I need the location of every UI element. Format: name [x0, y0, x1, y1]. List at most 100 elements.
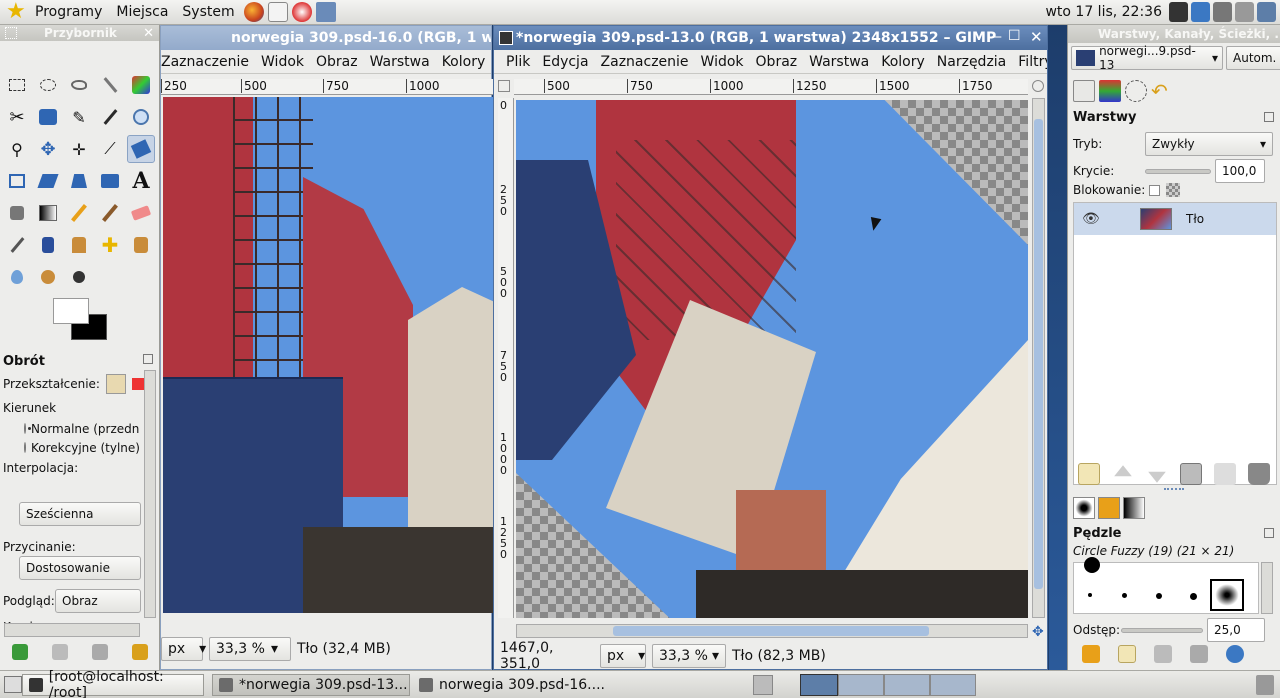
opacity-spinner[interactable]: 100,0	[1215, 159, 1265, 183]
quick-mask-corner[interactable]	[498, 80, 510, 92]
clock[interactable]: wto 17 lis, 22:36	[1045, 4, 1162, 20]
horizontal-ruler[interactable]: 500 750 1000 1250 1500 1750	[514, 79, 1028, 95]
brush-fuzzy-icon[interactable]	[1122, 593, 1127, 598]
menu-layer[interactable]: Warstwa	[803, 54, 875, 70]
heal-icon[interactable]: ✚	[96, 231, 124, 259]
vertical-ruler[interactable]: 0 250 500 750 1000 1250	[498, 98, 514, 618]
image-selector[interactable]: norwegi...9.psd-13 ▾	[1071, 44, 1223, 72]
ink-icon[interactable]	[34, 231, 62, 259]
delete-layer-icon[interactable]	[1248, 463, 1270, 485]
lock-alpha-icon[interactable]	[1166, 183, 1181, 197]
edit-brush-icon[interactable]	[1082, 645, 1100, 663]
lasso-icon[interactable]	[65, 71, 93, 99]
perspective-icon[interactable]	[65, 167, 93, 195]
navigate-icon[interactable]: ✥	[1032, 624, 1044, 640]
paths-icon[interactable]: ✎	[65, 103, 93, 131]
help-icon[interactable]	[291, 2, 312, 22]
menu-applications[interactable]: Programy	[28, 0, 109, 25]
auto-button[interactable]: Autom.	[1226, 46, 1280, 70]
power-icon[interactable]	[1257, 2, 1276, 22]
screen-icon[interactable]	[315, 2, 336, 22]
horizontal-ruler[interactable]: 250 500 750 1000	[161, 79, 493, 95]
color-picker-icon[interactable]	[96, 103, 124, 131]
taskbar-toolbox-icon[interactable]	[753, 675, 773, 695]
refresh-brush-icon[interactable]	[1226, 645, 1244, 663]
taskbar-item-gimp-secondary[interactable]: norwegia 309.psd-16....	[412, 674, 610, 696]
tab-brushes-icon[interactable]	[1073, 497, 1095, 519]
fuzzy-select-icon[interactable]	[96, 71, 124, 99]
brush-grid[interactable]	[1073, 557, 1259, 614]
pencil-icon[interactable]	[65, 199, 93, 227]
restore-options-icon[interactable]	[52, 644, 68, 660]
zoom-combo[interactable]: 33,3 % ▾	[652, 644, 726, 668]
menu-colors[interactable]: Kolory	[875, 54, 931, 70]
interpolation-combo[interactable]: Sześcienna	[19, 502, 141, 526]
lower-layer-icon[interactable]	[1148, 471, 1166, 483]
delete-brush-icon[interactable]	[1190, 645, 1208, 663]
horizontal-scrollbar[interactable]	[516, 624, 1028, 638]
minimize-icon[interactable]: —	[988, 29, 1002, 45]
show-desktop-icon[interactable]	[4, 676, 22, 693]
menu-image[interactable]: Obraz	[750, 54, 804, 70]
workspace-3[interactable]	[884, 674, 930, 696]
shear-icon[interactable]	[34, 167, 62, 195]
brush-selected[interactable]	[1210, 579, 1244, 611]
brush-fuzzy-icon[interactable]	[1190, 593, 1197, 600]
firefox-icon[interactable]	[243, 2, 264, 22]
menu-filters[interactable]: Filtry	[1012, 54, 1047, 70]
anchor-layer-icon[interactable]	[1214, 463, 1236, 485]
paintbrush-icon[interactable]	[96, 199, 124, 227]
network-icon[interactable]	[1169, 2, 1188, 22]
smudge-icon[interactable]	[34, 263, 62, 291]
scroll-thumb[interactable]	[1034, 119, 1043, 589]
update-icon[interactable]	[1191, 2, 1210, 22]
tool-options-scrollbar[interactable]	[144, 370, 156, 618]
flip-icon[interactable]	[96, 167, 124, 195]
eraser-icon[interactable]	[127, 199, 155, 227]
close-icon[interactable]: ✕	[143, 26, 154, 41]
image-canvas[interactable]	[516, 100, 1028, 618]
menu-view[interactable]: Widok	[255, 54, 310, 70]
dodge-burn-icon[interactable]	[65, 263, 93, 291]
spacing-slider[interactable]	[1121, 627, 1203, 633]
brushes-menu-icon[interactable]	[1264, 528, 1274, 538]
align-icon[interactable]: ✛	[65, 135, 93, 163]
fg-bg-colors[interactable]	[53, 298, 109, 340]
menu-layer[interactable]: Warstwa	[364, 54, 436, 70]
brush-scrollbar[interactable]	[1261, 562, 1273, 614]
tab-layers-icon[interactable]	[1073, 80, 1095, 102]
move-icon[interactable]: ✥	[34, 135, 62, 163]
brush-large-icon[interactable]	[1084, 557, 1100, 573]
measure-icon[interactable]: ⚲	[3, 135, 31, 163]
tab-gradients-icon[interactable]	[1123, 497, 1145, 519]
eye-icon[interactable]: 👁	[1082, 211, 1100, 227]
menu-select[interactable]: Zaznaczenie	[161, 54, 255, 70]
mail-icon[interactable]	[267, 2, 288, 22]
vertical-scrollbar[interactable]	[1032, 98, 1045, 618]
tab-undo-icon[interactable]: ↶	[1151, 80, 1173, 102]
direction-normal-radio[interactable]	[24, 423, 31, 434]
menu-file[interactable]: Plik	[500, 54, 536, 70]
battery-icon[interactable]	[1235, 2, 1254, 22]
lock-pixels-checkbox[interactable]	[1149, 184, 1161, 196]
volume-icon[interactable]	[1213, 2, 1232, 22]
taskbar-item-gimp-main[interactable]: *norwegia 309.psd-13...	[212, 674, 410, 696]
spacing-spinner[interactable]: 25,0	[1207, 618, 1265, 642]
delete-options-icon[interactable]	[92, 644, 108, 660]
layers-menu-icon[interactable]	[1264, 112, 1274, 122]
new-brush-icon[interactable]	[1118, 645, 1136, 663]
opacity-slider[interactable]	[1145, 168, 1211, 174]
taskbar-item-terminal[interactable]: [root@localhost: /root]	[22, 669, 204, 698]
duplicate-layer-icon[interactable]	[1180, 463, 1202, 485]
menu-edit[interactable]: Edycja	[536, 54, 594, 70]
clipping-combo[interactable]: Dostosowanie	[19, 556, 141, 580]
preview-combo[interactable]: Obraz	[55, 589, 141, 613]
text-icon[interactable]: A	[127, 167, 155, 195]
unit-combo[interactable]: px ▾	[600, 644, 646, 668]
raise-layer-icon[interactable]	[1114, 465, 1132, 477]
transform-layer-icon[interactable]	[105, 374, 126, 394]
clone-icon[interactable]	[65, 231, 93, 259]
blend-icon[interactable]	[34, 199, 62, 227]
menu-image[interactable]: Obraz	[310, 54, 364, 70]
menu-tools[interactable]: Narzędzia	[931, 54, 1012, 70]
